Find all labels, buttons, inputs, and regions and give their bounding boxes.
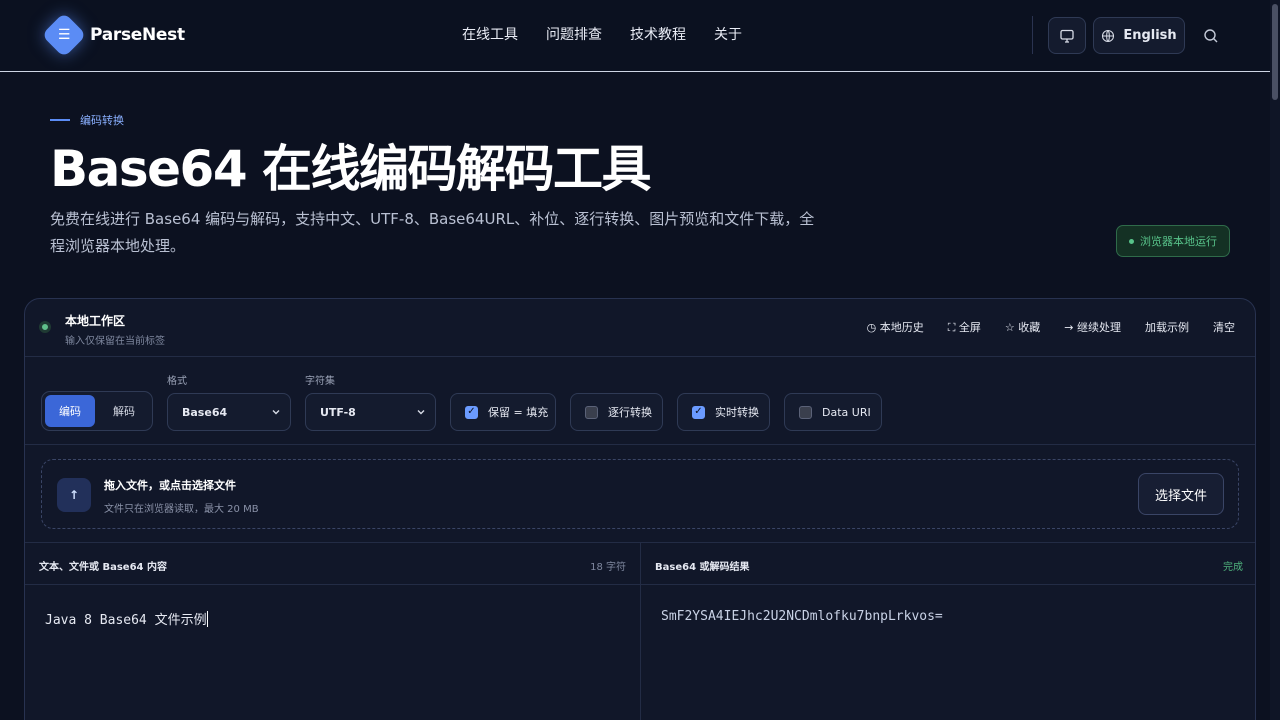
chevron-down-icon xyxy=(417,410,425,415)
line-by-line-checkbox[interactable]: 逐行转换 xyxy=(570,393,663,431)
eyebrow-label: 编码转换 xyxy=(80,114,124,127)
clear-button[interactable]: 清空 xyxy=(1201,319,1247,335)
display-mode-button[interactable] xyxy=(1048,17,1086,54)
format-label: 格式 xyxy=(167,376,187,387)
nav-about[interactable]: 关于 xyxy=(700,24,756,44)
dropzone-subtitle: 文件只在浏览器读取，最大 20 MB xyxy=(104,504,259,515)
chevron-down-icon xyxy=(272,410,280,415)
input-text: Java 8 Base64 文件示例 xyxy=(45,613,207,628)
category-eyebrow: 编码转换 xyxy=(50,112,124,128)
checkbox-checked-icon xyxy=(465,405,478,419)
format-select[interactable]: Base64 xyxy=(167,393,291,431)
input-pane-title: 文本、文件或 Base64 内容 xyxy=(39,562,167,573)
checkbox-unchecked-icon xyxy=(799,405,812,419)
format-value: Base64 xyxy=(182,405,228,419)
top-navigation-bar: ☰ ParseNest 在线工具 问题排查 技术教程 关于 English xyxy=(0,0,1270,72)
workspace-title: 本地工作区 xyxy=(65,314,126,328)
live-convert-label: 实时转换 xyxy=(715,406,759,419)
language-label: English xyxy=(1123,28,1177,43)
globe-icon xyxy=(1102,29,1115,42)
file-upload-section: ↑ 拖入文件，或点击选择文件 文件只在浏览器读取，最大 20 MB 选择文件 xyxy=(25,445,1255,543)
logo-text: ParseNest xyxy=(90,25,185,45)
input-char-count: 18 字符 xyxy=(590,562,626,573)
output-status: 完成 xyxy=(1223,562,1243,573)
output-textarea[interactable]: SmF2YSA4IEJhc2U2NCDmlofku7bnpLrkvos= xyxy=(661,609,943,624)
data-uri-label: Data URI xyxy=(822,405,871,419)
local-processing-badge: 浏览器本地运行 xyxy=(1116,225,1230,257)
page-description: 免费在线进行 Base64 编码与解码，支持中文、UTF-8、Base64URL… xyxy=(50,210,815,255)
header-divider xyxy=(1032,16,1033,54)
file-dropzone[interactable]: ↑ 拖入文件，或点击选择文件 文件只在浏览器读取，最大 20 MB 选择文件 xyxy=(41,459,1239,529)
output-pane: Base64 或解码结果 完成 SmF2YSA4IEJhc2U2NCDmlofk… xyxy=(641,543,1255,720)
checkbox-checked-icon xyxy=(692,405,705,419)
checkbox-unchecked-icon xyxy=(585,405,598,419)
language-button[interactable]: English xyxy=(1093,17,1185,54)
charset-label: 字符集 xyxy=(305,376,335,387)
history-button[interactable]: ◷ 本地历史 xyxy=(855,319,936,335)
monitor-icon xyxy=(1060,29,1074,43)
data-uri-checkbox[interactable]: Data URI xyxy=(784,393,882,431)
load-example-button[interactable]: 加载示例 xyxy=(1133,319,1201,335)
workspace-actions: ◷ 本地历史 ⛶ 全屏 ☆ 收藏 → 继续处理 加载示例 清空 xyxy=(855,319,1247,335)
mode-decode-button[interactable]: 解码 xyxy=(99,395,149,427)
main-nav: 在线工具 问题排查 技术教程 关于 xyxy=(448,24,756,44)
nav-troubleshooting[interactable]: 问题排查 xyxy=(532,24,616,44)
page-scrollbar[interactable] xyxy=(1270,0,1280,720)
output-pane-title: Base64 或解码结果 xyxy=(655,562,750,573)
workspace-panel: 本地工作区 输入仅保留在当前标签 ◷ 本地历史 ⛶ 全屏 ☆ 收藏 → 继续处理… xyxy=(24,298,1256,720)
live-convert-checkbox[interactable]: 实时转换 xyxy=(677,393,770,431)
continue-button[interactable]: → 继续处理 xyxy=(1052,319,1133,335)
input-textarea[interactable]: Java 8 Base64 文件示例 xyxy=(45,609,208,628)
choose-file-button[interactable]: 选择文件 xyxy=(1138,473,1224,515)
input-pane: 文本、文件或 Base64 内容 18 字符 Java 8 Base64 文件示… xyxy=(25,543,641,720)
search-button[interactable] xyxy=(1200,25,1222,47)
line-by-line-label: 逐行转换 xyxy=(608,406,652,419)
search-icon xyxy=(1204,29,1218,43)
keep-padding-label: 保留 = 填充 xyxy=(488,406,549,419)
nav-tutorials[interactable]: 技术教程 xyxy=(616,24,700,44)
favorite-button[interactable]: ☆ 收藏 xyxy=(993,319,1052,335)
badge-label: 浏览器本地运行 xyxy=(1140,235,1217,248)
mode-encode-button[interactable]: 编码 xyxy=(45,395,95,427)
logo[interactable]: ☰ ParseNest xyxy=(41,12,185,58)
charset-value: UTF-8 xyxy=(320,405,356,419)
upload-arrow-icon: ↑ xyxy=(57,478,91,512)
scrollbar-thumb[interactable] xyxy=(1272,4,1278,100)
eyebrow-line xyxy=(50,119,70,121)
status-dot-icon xyxy=(1129,238,1134,244)
workspace-subtitle: 输入仅保留在当前标签 xyxy=(65,336,165,347)
keep-padding-checkbox[interactable]: 保留 = 填充 xyxy=(450,393,556,431)
workspace-header: 本地工作区 输入仅保留在当前标签 ◷ 本地历史 ⛶ 全屏 ☆ 收藏 → 继续处理… xyxy=(25,299,1255,357)
mode-toggle: 编码 解码 xyxy=(41,391,153,431)
nav-online-tools[interactable]: 在线工具 xyxy=(448,24,532,44)
output-pane-header: Base64 或解码结果 完成 xyxy=(641,543,1255,585)
input-pane-header: 文本、文件或 Base64 内容 18 字符 xyxy=(25,543,640,585)
dropzone-title: 拖入文件，或点击选择文件 xyxy=(104,479,236,492)
text-caret xyxy=(206,611,208,627)
charset-select[interactable]: UTF-8 xyxy=(305,393,436,431)
fullscreen-button[interactable]: ⛶ 全屏 xyxy=(936,319,993,335)
options-bar: 编码 解码 格式 Base64 字符集 UTF-8 保留 = 填充 逐行转换 实… xyxy=(25,357,1255,445)
logo-icon: ☰ xyxy=(41,12,87,58)
page-title: Base64 在线编码解码工具 xyxy=(50,140,652,198)
workspace-status-icon xyxy=(39,321,51,333)
